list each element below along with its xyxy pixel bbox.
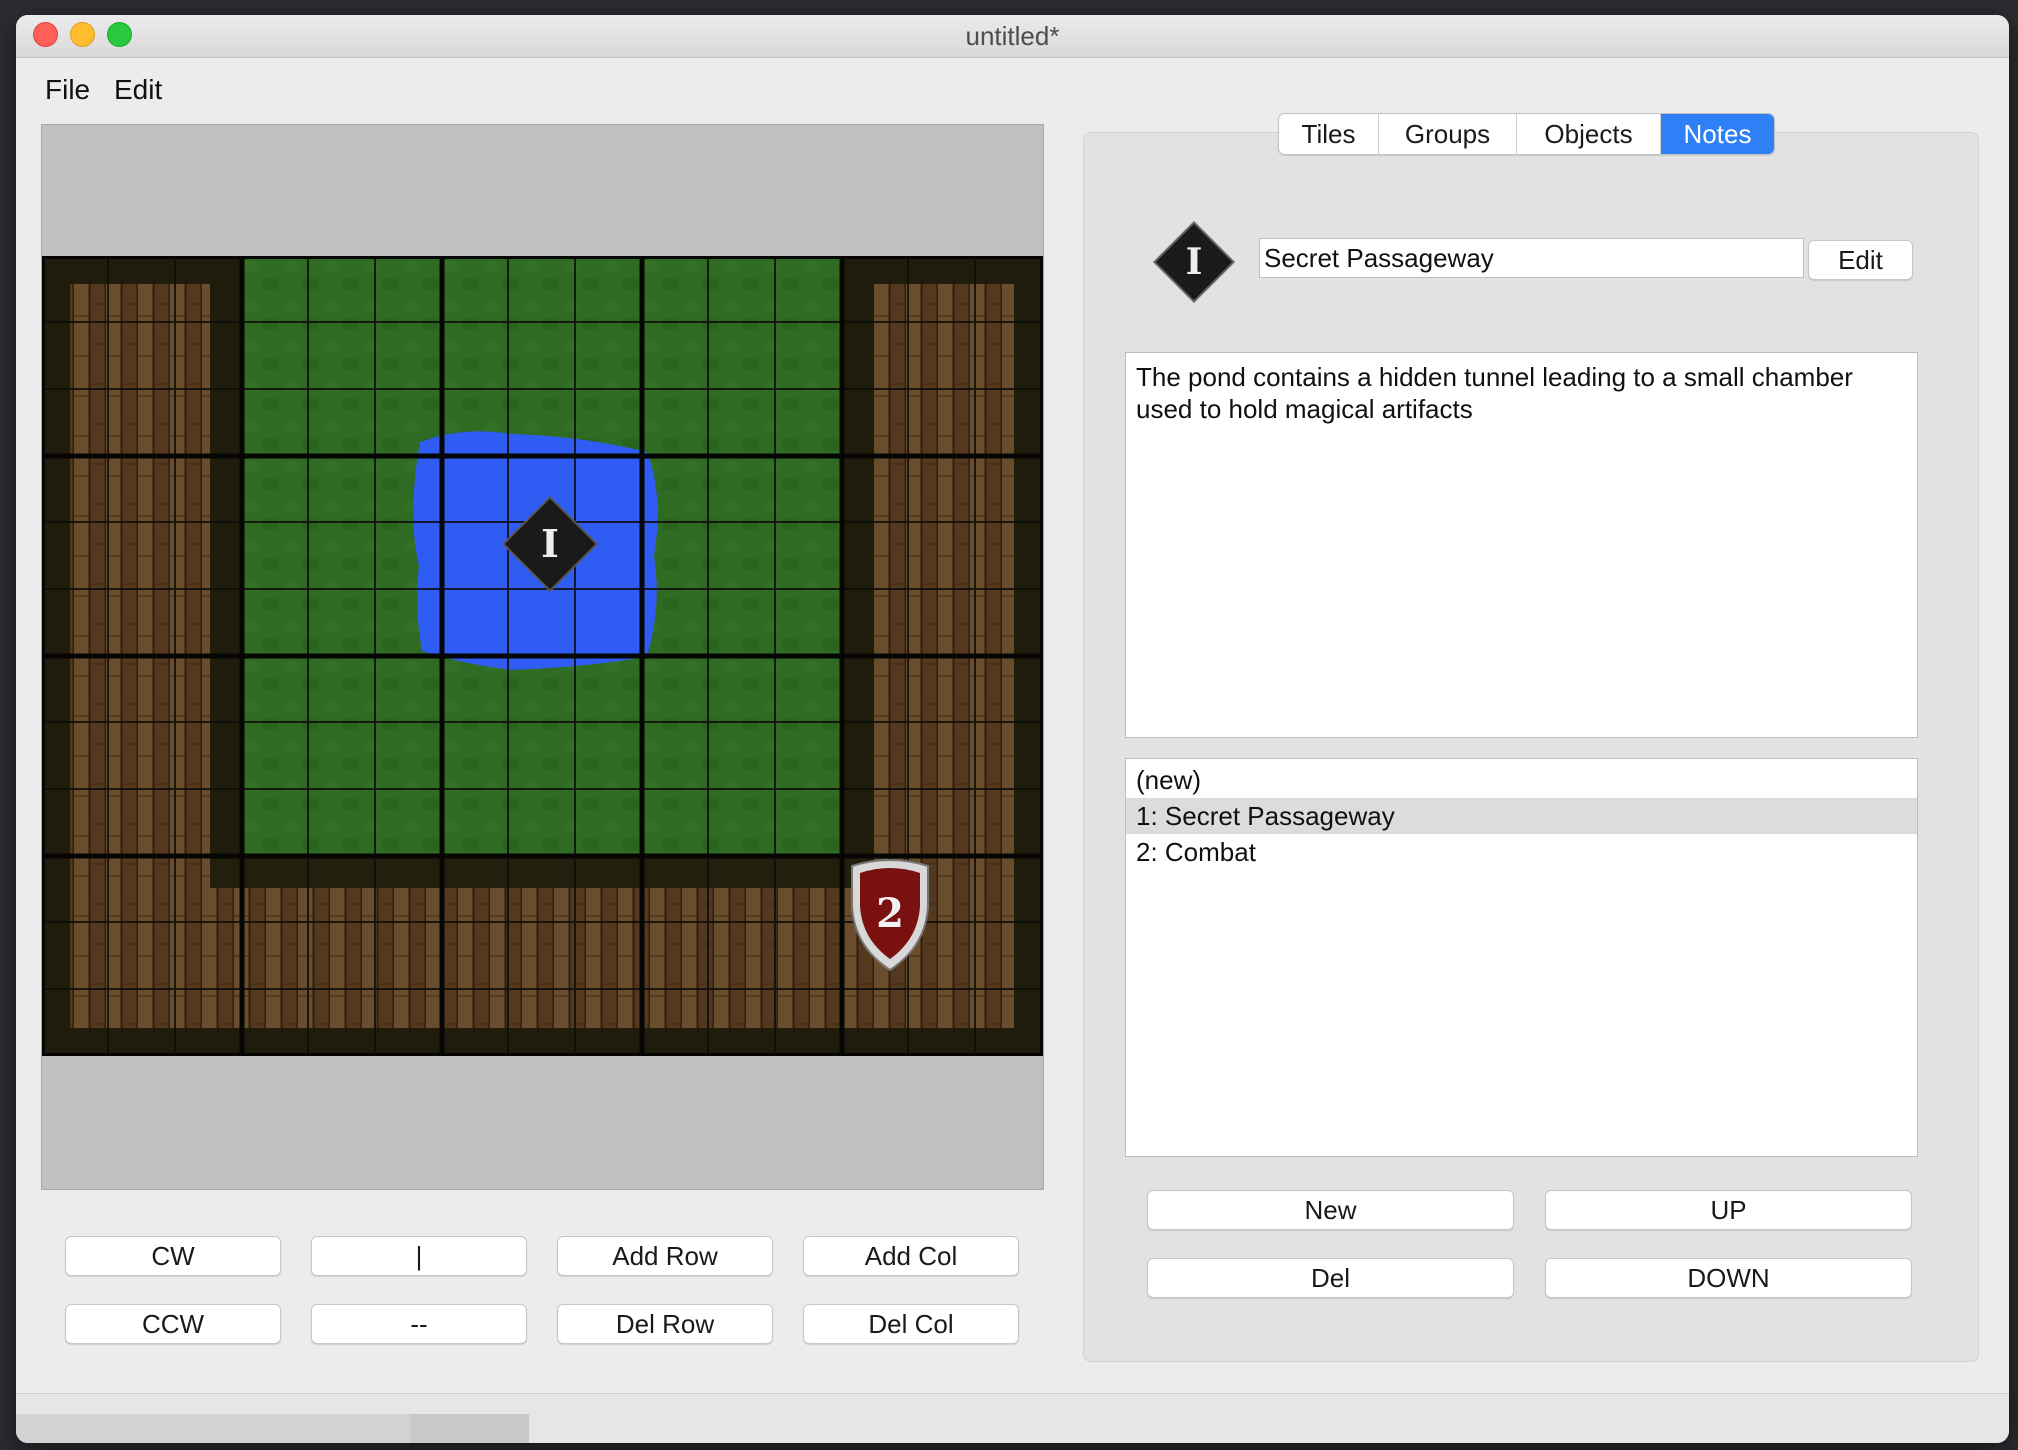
map-canvas[interactable]: I 2: [41, 124, 1044, 1190]
move-up-button[interactable]: UP: [1545, 1190, 1912, 1230]
add-col-button[interactable]: Add Col: [803, 1236, 1019, 1276]
new-note-button[interactable]: New: [1147, 1190, 1514, 1230]
horizontal-wall-button[interactable]: --: [311, 1304, 527, 1344]
app-window: untitled* File Edit I 2 CW | Add Row Add…: [16, 15, 2009, 1443]
move-down-button[interactable]: DOWN: [1545, 1258, 1912, 1298]
background-editor: [0, 0, 2018, 12]
rotate-ccw-button[interactable]: CCW: [65, 1304, 281, 1344]
vertical-wall-button[interactable]: |: [311, 1236, 527, 1276]
delete-note-button[interactable]: Del: [1147, 1258, 1514, 1298]
menu-bar: File Edit: [16, 58, 2009, 114]
status-bar: [16, 1393, 2009, 1443]
title-bar: untitled*: [16, 15, 2009, 58]
rotate-cw-button[interactable]: CW: [65, 1236, 281, 1276]
menu-file[interactable]: File: [45, 74, 90, 106]
tab-tiles[interactable]: Tiles: [1279, 114, 1379, 154]
tab-groups[interactable]: Groups: [1379, 114, 1517, 154]
note-marker-label: I: [541, 521, 559, 566]
encounter-map[interactable]: I 2: [42, 256, 1043, 1056]
status-indicator: [410, 1414, 529, 1443]
menu-edit[interactable]: Edit: [114, 74, 162, 106]
note-body-textarea[interactable]: The pond contains a hidden tunnel leadin…: [1125, 352, 1918, 738]
notes-panel: [1083, 132, 1979, 1362]
list-item[interactable]: 2: Combat: [1126, 834, 1917, 870]
window-title: untitled*: [965, 21, 1060, 51]
del-row-button[interactable]: Del Row: [557, 1304, 773, 1344]
panel-tabs: Tiles Groups Objects Notes: [1278, 113, 1775, 155]
del-col-button[interactable]: Del Col: [803, 1304, 1019, 1344]
encounter-marker-label: 2: [876, 890, 904, 937]
note-type-letter: I: [1186, 241, 1203, 283]
add-row-button[interactable]: Add Row: [557, 1236, 773, 1276]
tab-notes[interactable]: Notes: [1661, 114, 1774, 154]
list-item[interactable]: 1: Secret Passageway: [1126, 798, 1917, 834]
notes-list[interactable]: (new) 1: Secret Passageway 2: Combat: [1125, 758, 1918, 1157]
list-item[interactable]: (new): [1126, 762, 1917, 798]
tab-objects[interactable]: Objects: [1517, 114, 1661, 154]
note-type-icon[interactable]: I: [1146, 214, 1242, 310]
edit-note-button[interactable]: Edit: [1808, 240, 1913, 280]
note-name-input[interactable]: [1259, 238, 1804, 278]
